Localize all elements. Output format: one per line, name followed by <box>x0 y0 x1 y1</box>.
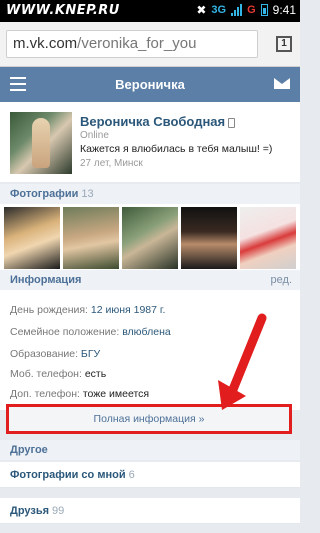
vibrate-icon: ✖ <box>196 3 207 17</box>
url-path: /veronika_for_you <box>77 35 197 52</box>
online-status: Online <box>80 130 109 141</box>
other-item-count: 99 <box>52 505 65 517</box>
edit-link[interactable]: ред. <box>271 270 292 290</box>
profile-card: Вероничка Свободная Online Кажется я влю… <box>0 102 300 182</box>
info-row-mobile: Моб. телефон: есть <box>10 368 106 380</box>
info-row-birthday: День рождения: 12 июня 1987 г. <box>10 304 165 316</box>
url-field[interactable]: m.vk.com/veronika_for_you <box>6 30 258 58</box>
info-row-value: тоже имеется <box>82 388 150 400</box>
info-row-label: Образование: <box>10 348 78 360</box>
info-row-education: Образование: БГУ <box>10 348 100 360</box>
info-row-value[interactable]: 12 июня 1987 г. <box>91 304 165 316</box>
profile-meta: 27 лет, Минск <box>80 158 143 169</box>
clock: 9:41 <box>272 3 296 17</box>
avatar[interactable] <box>10 112 72 174</box>
profile-name: Вероничка Свободная <box>80 114 226 129</box>
tabs-button[interactable]: 1 <box>276 36 292 52</box>
mail-icon[interactable] <box>274 78 290 89</box>
info-row-relationship: Семейное положение: влюблена <box>10 326 171 338</box>
status-icons: ✖ 3G G 9:41 <box>196 3 296 17</box>
info-row-value: есть <box>84 368 107 380</box>
other-item-count: 6 <box>128 469 135 481</box>
signal-icon <box>231 4 243 16</box>
network-type: 3G <box>211 4 227 16</box>
info-label: Информация <box>10 274 82 286</box>
photos-count: 13 <box>81 188 94 200</box>
photo-thumbnail[interactable] <box>122 207 178 269</box>
other-header: Другое <box>0 440 300 460</box>
info-section: Информация ред. День рождения: 12 июня 1… <box>0 270 300 410</box>
other-item-label: Фотографии со мной <box>10 469 126 481</box>
other-item-label: Друзья <box>10 505 50 517</box>
info-row-value[interactable]: влюблена <box>122 326 171 338</box>
page-title: Вероничка <box>115 77 185 92</box>
profile-name-row: Вероничка Свободная <box>80 114 236 129</box>
status-text: Кажется я влюбилась в тебя малыш! =) <box>80 143 273 155</box>
info-row-label: Моб. телефон: <box>10 368 82 380</box>
info-row-value[interactable]: БГУ <box>81 348 100 360</box>
watermark: WWW.KNEP.RU <box>6 3 120 18</box>
photo-thumbnail[interactable] <box>181 207 237 269</box>
status-bar: WWW.KNEP.RU ✖ 3G G 9:41 <box>0 0 300 22</box>
info-row-label: День рождения: <box>10 304 88 316</box>
photos-label: Фотографии <box>10 188 79 200</box>
full-info-button[interactable]: Полная информация » <box>6 404 292 434</box>
browser-toolbar: m.vk.com/veronika_for_you 1 <box>0 22 300 67</box>
other-label: Другое <box>10 444 48 456</box>
other-item-friends[interactable]: Друзья 99 <box>0 498 300 524</box>
info-row-phone: Доп. телефон: тоже имеется <box>10 388 149 400</box>
app-header: Вероничка <box>0 67 300 102</box>
other-item-photos-with-me[interactable]: Фотографии со мной 6 <box>0 462 300 488</box>
info-header: Информация ред. <box>0 270 300 290</box>
photo-thumbnail[interactable] <box>240 207 296 269</box>
info-row-label: Семейное положение: <box>10 326 120 338</box>
photo-thumbnail[interactable] <box>63 207 119 269</box>
url-host: m.vk.com <box>13 35 78 52</box>
battery-icon <box>260 4 268 16</box>
mobile-icon <box>228 117 236 128</box>
photo-thumbnail[interactable] <box>4 207 60 269</box>
photo-strip <box>0 204 300 272</box>
photos-header[interactable]: Фотографии 13 <box>0 184 300 204</box>
info-row-label: Доп. телефон: <box>10 388 80 400</box>
carrier-badge: G <box>247 4 256 16</box>
